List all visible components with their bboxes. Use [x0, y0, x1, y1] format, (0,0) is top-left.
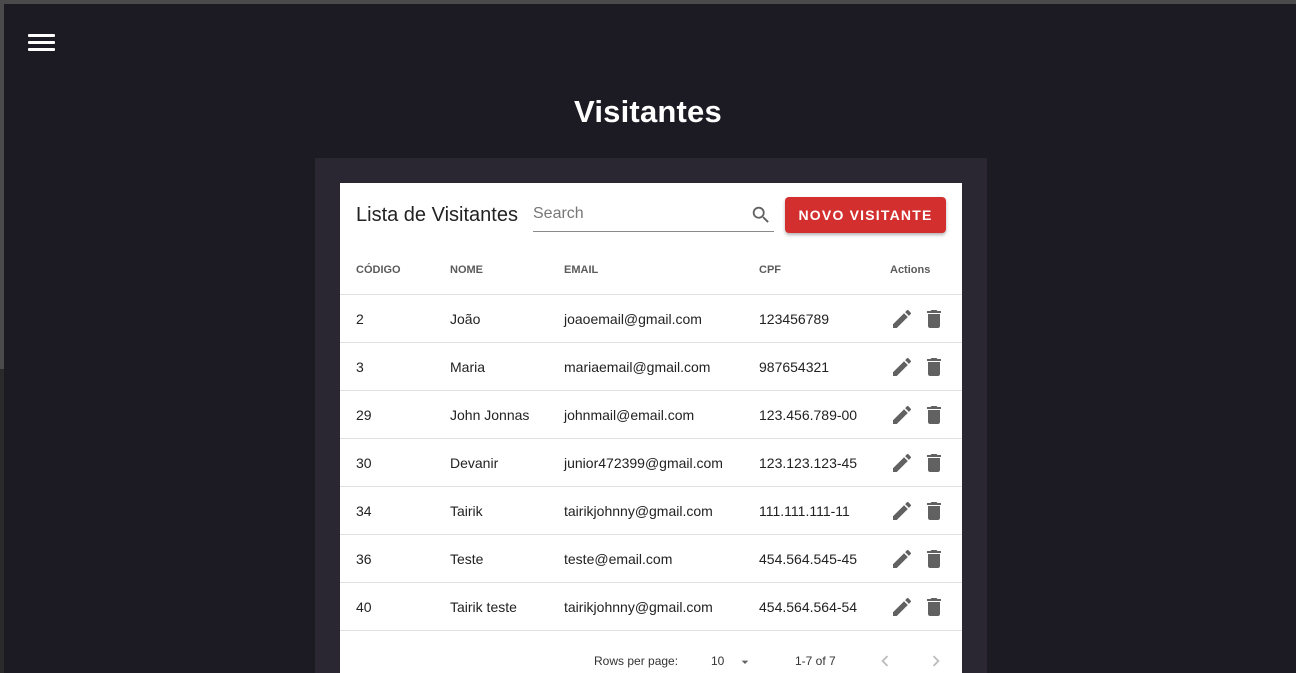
pagination-range: 1-7 of 7 — [795, 654, 836, 668]
cell-email: tairikjohnny@gmail.com — [564, 486, 759, 535]
pencil-icon[interactable] — [890, 547, 914, 571]
pencil-icon[interactable] — [890, 355, 914, 379]
cell-email: tairikjohnny@gmail.com — [564, 582, 759, 631]
cell-nome: João — [450, 294, 564, 343]
table-title: Lista de Visitantes — [356, 204, 518, 226]
trash-icon[interactable] — [922, 595, 946, 619]
window-left-border — [0, 4, 4, 369]
search-field — [533, 199, 774, 232]
header-cpf[interactable]: CPF — [759, 246, 890, 295]
table-row: 40 Tairik teste tairikjohnny@gmail.com 454.… — [340, 582, 962, 631]
cell-nome: Teste — [450, 534, 564, 583]
header-nome[interactable]: NOME — [450, 246, 564, 295]
cell-nome: Maria — [450, 342, 564, 391]
cell-nome: Devanir — [450, 438, 564, 487]
cell-codigo: 2 — [340, 294, 450, 343]
table-row: 3 Maria mariaemail@gmail.com 987654321 — [340, 342, 962, 391]
rows-per-page-value: 10 — [711, 654, 725, 668]
pencil-icon[interactable] — [890, 451, 914, 475]
trash-icon[interactable] — [922, 403, 946, 427]
header-codigo[interactable]: CÓDIGO — [340, 246, 450, 295]
trash-icon[interactable] — [922, 307, 946, 331]
cell-actions — [890, 390, 962, 439]
cell-cpf: 111.111.111-11 — [759, 486, 890, 535]
header-email[interactable]: EMAIL — [564, 246, 759, 295]
cell-email: teste@email.com — [564, 534, 759, 583]
cell-actions — [890, 294, 962, 343]
table-header-row: CÓDIGO NOME EMAIL CPF Actions — [340, 246, 962, 295]
table-row: 29 John Jonnas johnmail@email.com 123.456.7… — [340, 390, 962, 439]
cell-codigo: 29 — [340, 390, 450, 439]
cell-cpf: 987654321 — [759, 342, 890, 391]
caret-down-icon — [741, 660, 749, 664]
chevron-right-icon[interactable] — [925, 650, 947, 672]
cell-cpf: 123.456.789-00 — [759, 390, 890, 439]
cell-email: joaoemail@gmail.com — [564, 294, 759, 343]
cell-cpf: 123.123.123-45 — [759, 438, 890, 487]
cell-codigo: 3 — [340, 342, 450, 391]
table-row: 2 João joaoemail@gmail.com 123456789 — [340, 294, 962, 343]
header-actions: Actions — [890, 246, 962, 295]
table-row: 30 Devanir junior472399@gmail.com 123.123.1… — [340, 438, 962, 487]
page-title: Visitantes — [574, 94, 722, 129]
window-top-border — [0, 0, 1296, 4]
cell-email: mariaemail@gmail.com — [564, 342, 759, 391]
trash-icon[interactable] — [922, 499, 946, 523]
cell-actions — [890, 486, 962, 535]
cell-codigo: 30 — [340, 438, 450, 487]
trash-icon[interactable] — [922, 547, 946, 571]
cell-actions — [890, 534, 962, 583]
cell-email: junior472399@gmail.com — [564, 438, 759, 487]
menu-button[interactable] — [24, 26, 60, 60]
cell-nome: Tairik — [450, 486, 564, 535]
cell-nome: John Jonnas — [450, 390, 564, 439]
cell-cpf: 454.564.545-45 — [759, 534, 890, 583]
pencil-icon[interactable] — [890, 307, 914, 331]
pencil-icon[interactable] — [890, 403, 914, 427]
cell-actions — [890, 342, 962, 391]
cell-codigo: 36 — [340, 534, 450, 583]
search-input[interactable] — [533, 199, 738, 229]
cell-actions — [890, 582, 962, 631]
new-visitor-button[interactable]: NOVO VISITANTE — [785, 197, 946, 233]
cell-cpf: 454.564.564-54 — [759, 582, 890, 631]
cell-cpf: 123456789 — [759, 294, 890, 343]
table-row: 34 Tairik tairikjohnny@gmail.com 111.111.11… — [340, 486, 962, 535]
trash-icon[interactable] — [922, 355, 946, 379]
cell-email: johnmail@email.com — [564, 390, 759, 439]
trash-icon[interactable] — [922, 451, 946, 475]
pencil-icon[interactable] — [890, 499, 914, 523]
cell-codigo: 40 — [340, 582, 450, 631]
pencil-icon[interactable] — [890, 595, 914, 619]
pagination: Rows per page: 10 1-7 of 7 — [340, 632, 962, 673]
visitors-card: Lista de Visitantes NOVO VISITANTE CÓDIG… — [340, 183, 962, 673]
window-left-edge — [0, 369, 4, 673]
rows-per-page-select[interactable]: 10 — [711, 652, 757, 670]
cell-nome: Tairik teste — [450, 582, 564, 631]
chevron-left-icon[interactable] — [874, 650, 896, 672]
visitors-table: CÓDIGO NOME EMAIL CPF Actions 2 João joaoe… — [340, 246, 962, 631]
rows-per-page-label: Rows per page: — [594, 654, 679, 668]
cell-codigo: 34 — [340, 486, 450, 535]
table-row: 36 Teste teste@email.com 454.564.545-45 — [340, 534, 962, 583]
search-icon[interactable] — [750, 204, 772, 226]
cell-actions — [890, 438, 962, 487]
